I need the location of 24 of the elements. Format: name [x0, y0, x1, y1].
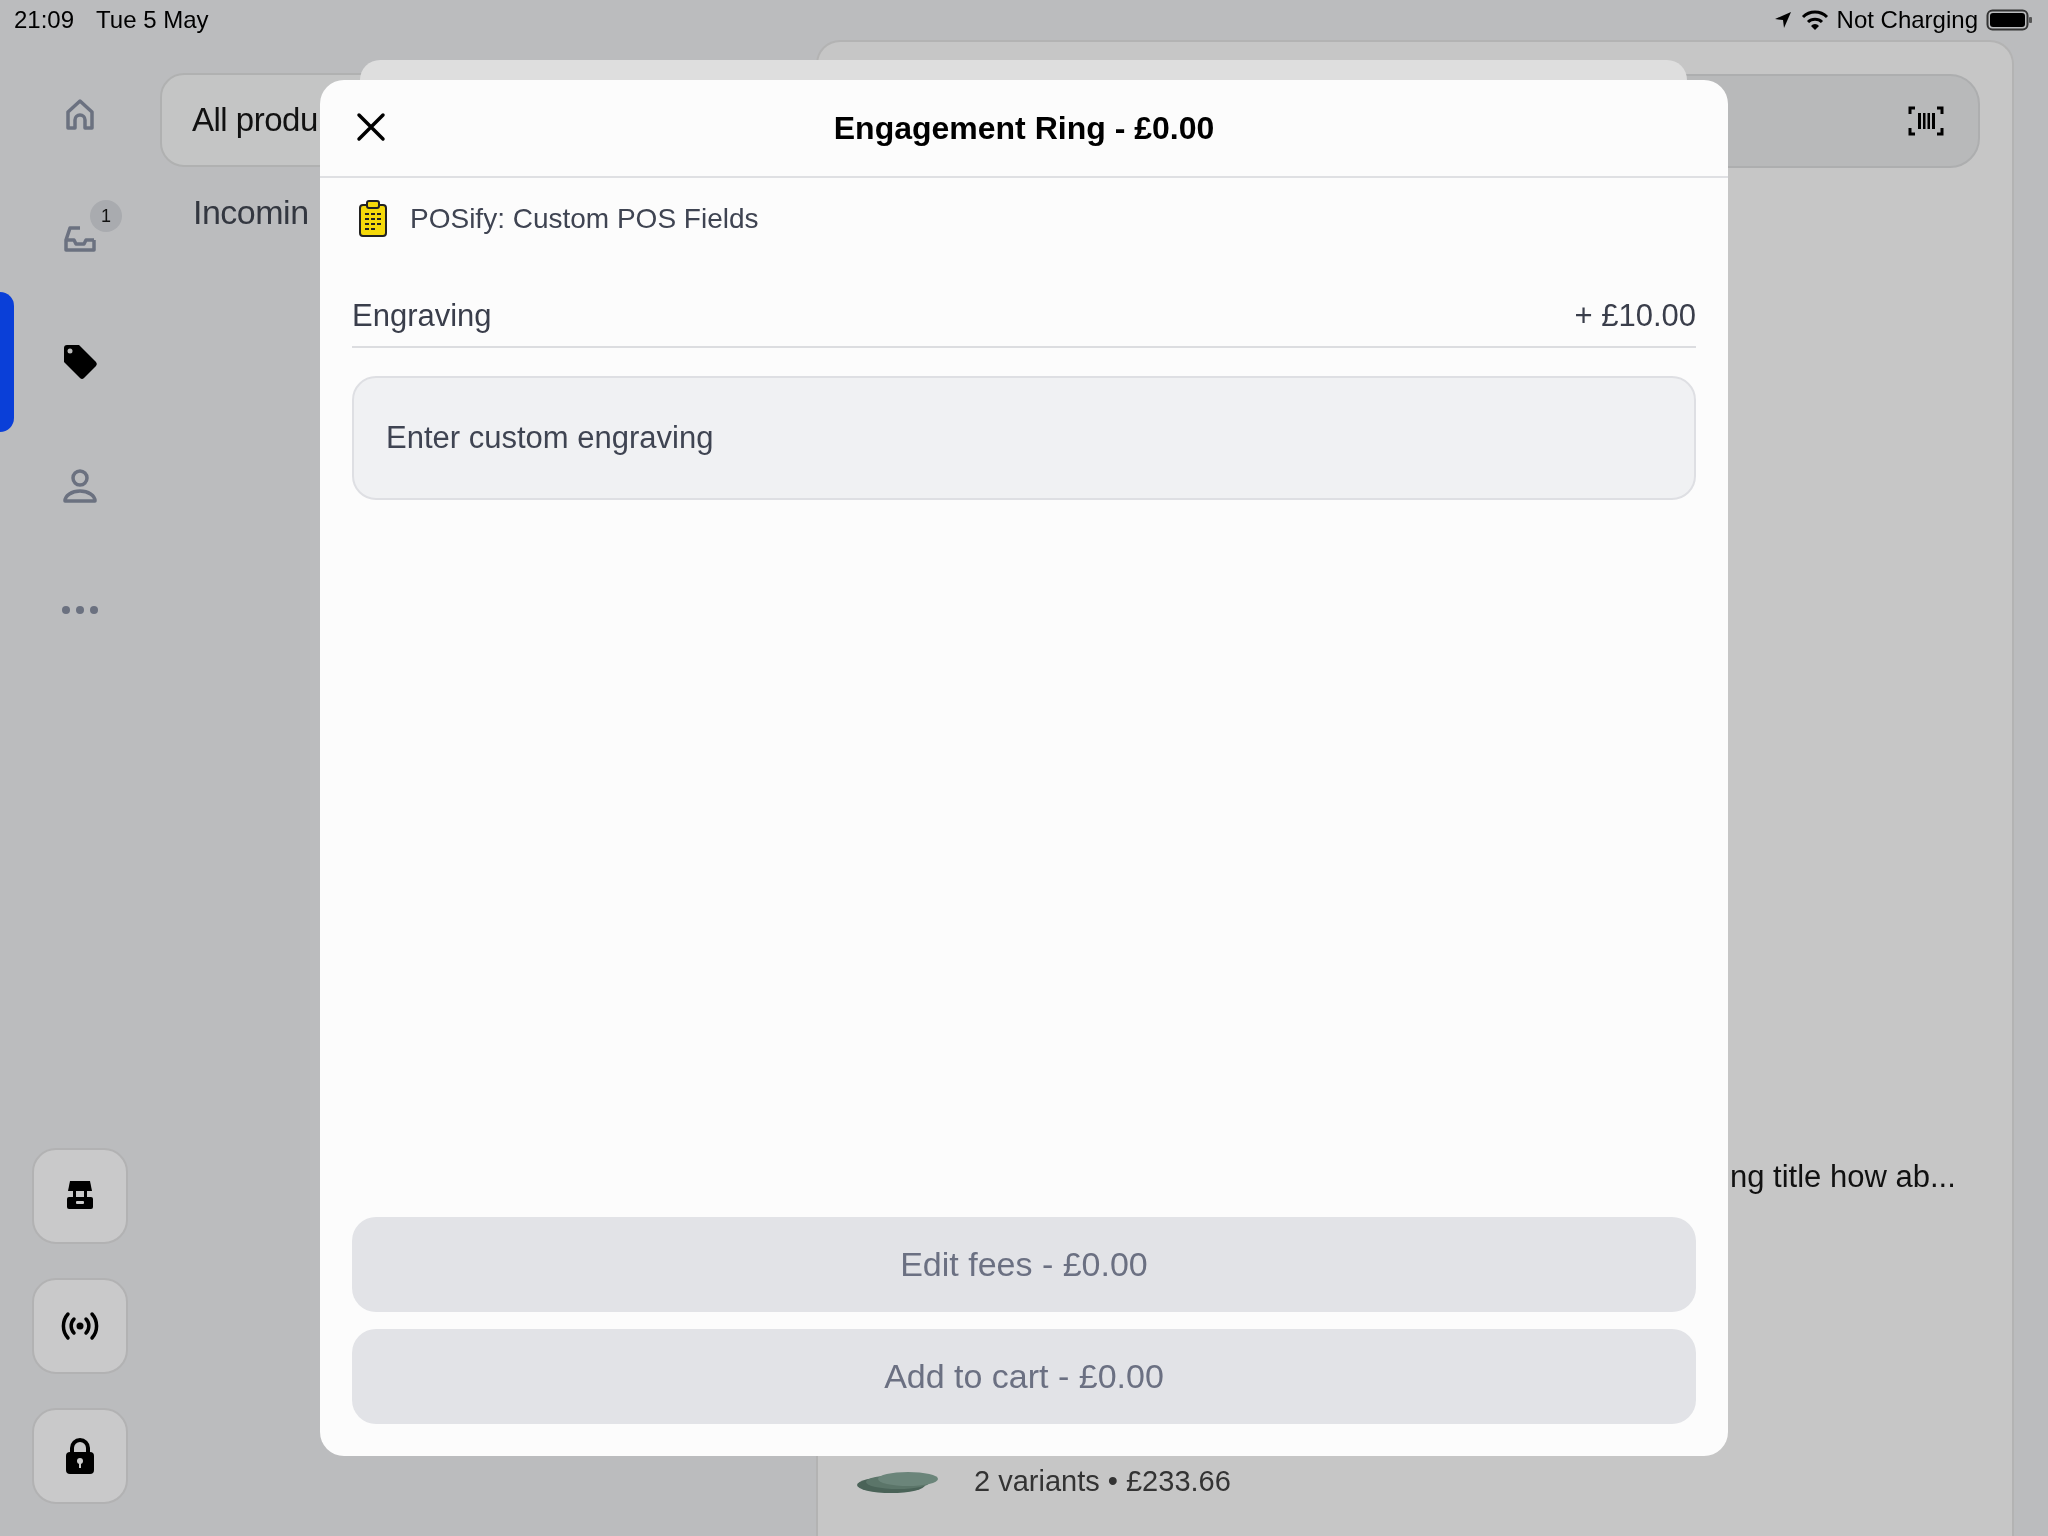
- notification-badge: 1: [90, 200, 122, 232]
- more-icon: [60, 604, 100, 616]
- status-time: 21:09: [14, 6, 75, 34]
- battery-status: Not Charging: [1836, 6, 1978, 34]
- app-name: POSify: Custom POS Fields: [410, 203, 759, 235]
- store-button[interactable]: [32, 1148, 128, 1244]
- status-date: Tue 5 May: [96, 6, 209, 34]
- broadcast-button[interactable]: [32, 1278, 128, 1374]
- person-icon: [60, 466, 100, 506]
- section-title: Incomin: [193, 193, 309, 232]
- wifi-icon: [1800, 9, 1829, 31]
- close-button[interactable]: [356, 112, 386, 142]
- barcode-scan-icon[interactable]: [1908, 106, 1944, 136]
- product-title: ng title how ab...: [1729, 1159, 1957, 1195]
- field-label: Engraving: [352, 298, 492, 334]
- broadcast-icon: [60, 1310, 100, 1342]
- engraving-input[interactable]: Enter custom engraving: [352, 376, 1696, 500]
- battery-icon: [1986, 8, 2034, 32]
- field-price: + £10.00: [1574, 298, 1696, 334]
- clipboard-icon: [358, 200, 388, 238]
- lock-button[interactable]: [32, 1408, 128, 1504]
- modal-title: Engagement Ring - £0.00: [833, 109, 1215, 147]
- product-subtitle: 2 variants • £233.66: [974, 1465, 1231, 1498]
- lock-icon: [64, 1437, 96, 1475]
